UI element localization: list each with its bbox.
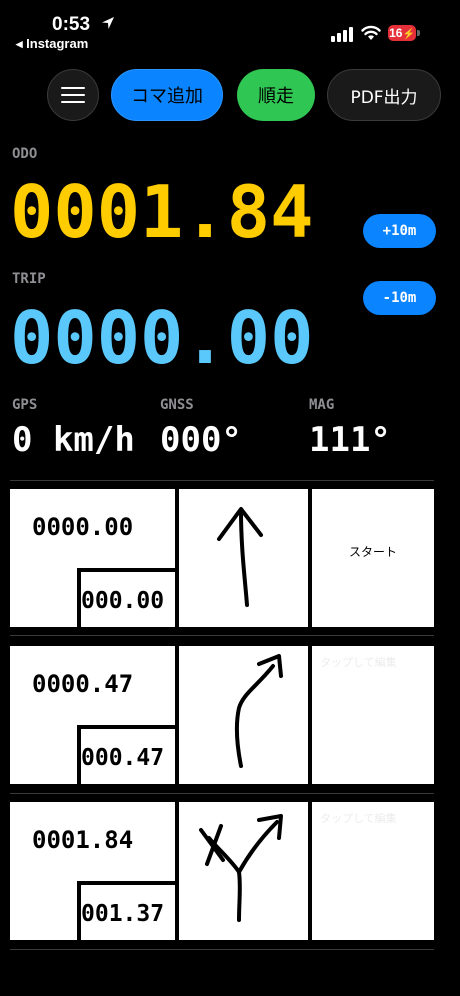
trip-minus-10m-button[interactable]: -10m (363, 281, 436, 315)
battery-level: 16 (389, 26, 403, 40)
koma-distance-cell[interactable]: 0000.00 000.00 (10, 489, 175, 627)
koma-interval-box: 001.37 (77, 881, 175, 940)
koma-interval-box: 000.00 (77, 568, 175, 627)
status-bar: 0:53 ◂ Instagram 16⚡ (0, 0, 460, 56)
koma-arrow-cell[interactable] (179, 802, 308, 940)
location-arrow-icon (102, 17, 114, 29)
koma-total-distance: 0000.00 (32, 513, 134, 541)
add-koma-button[interactable]: コマ追加 (111, 69, 223, 121)
straight-arrow-icon (217, 507, 263, 607)
koma-interval-distance: 000.47 (81, 745, 165, 771)
gnss-heading-value: 000° (160, 420, 242, 460)
battery-nub (417, 30, 420, 36)
odo-plus-10m-button[interactable]: +10m (363, 214, 436, 248)
fork-arrow-icon (199, 814, 283, 922)
koma-note-placeholder: タップして編集 (320, 656, 397, 669)
mag-label: MAG (309, 397, 335, 413)
back-to-app-link[interactable]: ◂ Instagram (16, 36, 88, 52)
koma-interval-box: 000.47 (77, 725, 175, 784)
divider (10, 793, 434, 794)
trip-value: 0000.00 (10, 296, 314, 380)
gnss-label: GNSS (160, 397, 194, 413)
hamburger-menu-icon (61, 87, 85, 103)
koma-note-cell[interactable]: スタート (312, 489, 434, 627)
koma-arrow-cell[interactable] (179, 489, 308, 627)
divider (10, 480, 434, 481)
gps-label: GPS (12, 397, 38, 413)
koma-arrow-cell[interactable] (179, 646, 308, 784)
junso-button[interactable]: 順走 (237, 69, 315, 121)
koma-note-text: スタート (348, 545, 397, 559)
koma-note-cell[interactable]: タップして編集 (312, 802, 434, 940)
gps-speed-value: 0 km/h (12, 420, 135, 460)
cellular-signal-icon (331, 27, 353, 42)
curve-right-arrow-icon (234, 654, 283, 768)
menu-button[interactable] (47, 69, 99, 121)
koma-interval-distance: 000.00 (81, 588, 165, 614)
koma-row[interactable]: 0001.84 001.37 タップして編集 (10, 802, 434, 940)
koma-row[interactable]: 0000.00 000.00 スタート (10, 489, 434, 627)
clock: 0:53 (52, 14, 91, 35)
koma-distance-cell[interactable]: 0001.84 001.37 (10, 802, 175, 940)
mag-heading-value: 111° (309, 420, 391, 460)
koma-interval-distance: 001.37 (81, 901, 165, 927)
battery-indicator: 16⚡ (388, 25, 416, 41)
koma-distance-cell[interactable]: 0000.47 000.47 (10, 646, 175, 784)
koma-total-distance: 0001.84 (32, 826, 134, 854)
koma-note-placeholder: タップして編集 (320, 812, 397, 825)
koma-note-cell[interactable]: タップして編集 (312, 646, 434, 784)
koma-row[interactable]: 0000.47 000.47 タップして編集 (10, 646, 434, 784)
trip-label: TRIP (12, 271, 46, 287)
divider (10, 635, 434, 636)
odo-value: 0001.84 (10, 170, 314, 254)
odo-label: ODO (12, 146, 38, 162)
pdf-export-button[interactable]: PDF出力 (327, 69, 441, 121)
wifi-icon (361, 25, 381, 40)
koma-total-distance: 0000.47 (32, 670, 134, 698)
divider (10, 949, 434, 950)
